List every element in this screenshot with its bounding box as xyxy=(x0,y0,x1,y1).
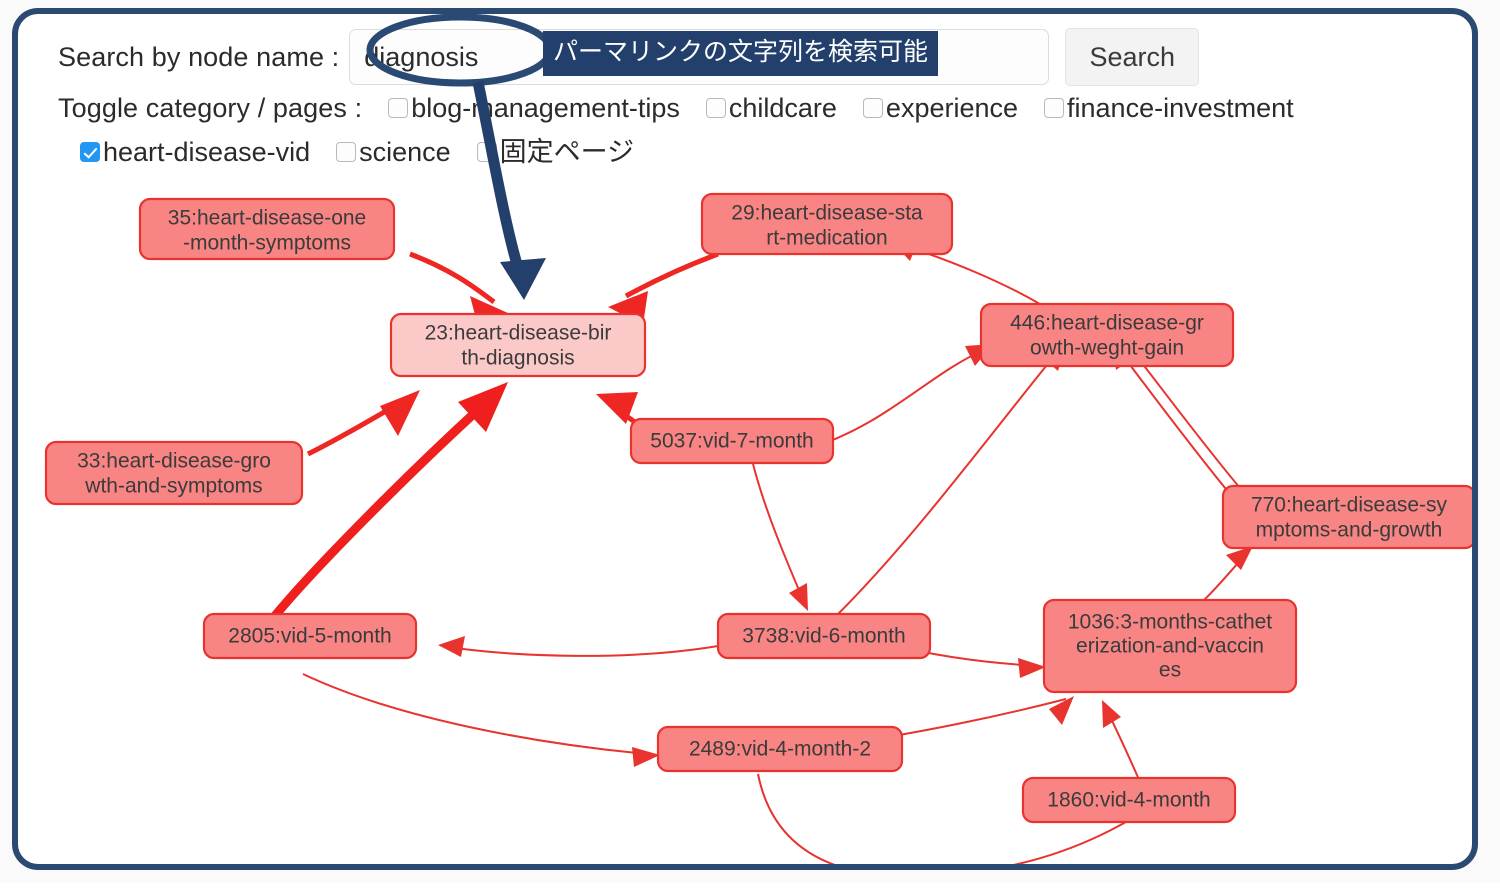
graph-node-29[interactable]: 29:heart-disease-sta rt-medication xyxy=(700,192,954,256)
checkbox-box[interactable] xyxy=(336,142,357,162)
search-button[interactable]: Search xyxy=(1065,28,1200,86)
edge-2805-23 xyxy=(266,404,484,625)
edge-arrowhead xyxy=(1226,546,1253,570)
edge-5037-446 xyxy=(807,348,987,450)
graph-node-5037[interactable]: 5037:vid-7-month xyxy=(629,417,835,465)
checkbox-label: childcare xyxy=(728,92,837,123)
graph-node-3738[interactable]: 3738:vid-6-month xyxy=(716,612,932,660)
edge-770-446-a xyxy=(1117,348,1231,495)
graph-node-35[interactable]: 35:heart-disease-one -month-symptoms xyxy=(138,197,396,261)
graph-node-23[interactable]: 23:heart-disease-bir th-diagnosis xyxy=(389,312,647,378)
checkbox-box[interactable] xyxy=(1044,98,1065,118)
node-graph[interactable]: 35:heart-disease-one -month-symptoms 29:… xyxy=(18,174,1478,864)
node-shape[interactable] xyxy=(1221,484,1475,550)
graph-node-33[interactable]: 33:heart-disease-gro wth-and-symptoms xyxy=(44,440,304,506)
checkbox-fixed-page[interactable]: 固定ページ xyxy=(476,136,635,167)
edge-35-23 xyxy=(409,251,496,304)
page-background: Search by node name : diagnosis Search T… xyxy=(0,0,1500,883)
search-input-value: diagnosis xyxy=(364,41,479,72)
checkbox-experience[interactable]: experience xyxy=(862,92,1019,123)
checkbox-label: experience xyxy=(885,92,1019,123)
edge-arrowhead xyxy=(1018,658,1046,678)
controls-panel: Search by node name : diagnosis Search T… xyxy=(18,14,1472,174)
node-shape[interactable] xyxy=(700,192,954,256)
checkbox-label: science xyxy=(359,136,451,167)
edge-29-23 xyxy=(624,251,719,299)
graph-node-2489[interactable]: 2489:vid-4-month-2 xyxy=(656,725,904,773)
checkbox-heart-disease-vid[interactable]: heart-disease-vid xyxy=(80,136,311,167)
graph-nodes[interactable]: 35:heart-disease-one -month-symptoms 29:… xyxy=(44,192,1475,824)
checkbox-box[interactable] xyxy=(862,98,883,118)
edge-arrowhead xyxy=(438,636,465,657)
edge-5037-3738 xyxy=(752,463,805,603)
edge-arrowhead xyxy=(380,390,420,436)
checkbox-science[interactable]: science xyxy=(336,136,451,167)
graph-node-1036[interactable]: 1036:3-months-cathet erization-and-vacci… xyxy=(1042,598,1298,694)
graph-node-446[interactable]: 446:heart-disease-gr owth-weght-gain xyxy=(979,302,1235,368)
search-label: Search by node name : xyxy=(58,41,340,72)
edge-arrowhead xyxy=(1102,700,1121,728)
node-shape[interactable] xyxy=(202,612,418,660)
edge-2805-2489 xyxy=(302,673,649,755)
graph-node-1860[interactable]: 1860:vid-4-month xyxy=(1021,776,1237,824)
node-shape[interactable] xyxy=(389,312,647,378)
checkbox-blog-management-tips[interactable]: blog-management-tips xyxy=(388,92,680,123)
checkbox-box[interactable] xyxy=(705,98,726,118)
edge-3738-2805 xyxy=(447,645,719,657)
graph-canvas[interactable]: 35:heart-disease-one -month-symptoms 29:… xyxy=(18,174,1478,864)
search-input[interactable]: diagnosis xyxy=(349,29,1050,85)
node-shape[interactable] xyxy=(716,612,932,660)
checkbox-label: finance-investment xyxy=(1067,92,1294,123)
checkbox-label: 固定ページ xyxy=(499,136,635,167)
app-frame: Search by node name : diagnosis Search T… xyxy=(12,8,1478,870)
graph-node-770[interactable]: 770:heart-disease-sy mptoms-and-growth xyxy=(1221,484,1475,550)
toggle-row-1: Toggle category / pages : blog-managemen… xyxy=(18,86,1472,130)
checkbox-finance-investment[interactable]: finance-investment xyxy=(1044,92,1294,123)
checkbox-box[interactable] xyxy=(476,142,497,162)
toggle-label: Toggle category / pages : xyxy=(58,92,363,123)
node-shape[interactable] xyxy=(138,197,396,261)
node-shape[interactable] xyxy=(979,302,1235,368)
node-shape[interactable] xyxy=(656,725,904,773)
checkbox-label: blog-management-tips xyxy=(411,92,680,123)
node-shape[interactable] xyxy=(1021,776,1237,824)
search-row: Search by node name : diagnosis Search xyxy=(18,28,1472,86)
toggle-row-2: heart-disease-vid science 固定ページ xyxy=(18,130,1472,174)
checkbox-label: heart-disease-vid xyxy=(103,136,311,167)
checkbox-box[interactable] xyxy=(388,98,409,118)
node-shape[interactable] xyxy=(629,417,835,465)
node-shape[interactable] xyxy=(1042,598,1298,694)
checkbox-box[interactable] xyxy=(80,142,100,162)
checkbox-childcare[interactable]: childcare xyxy=(705,92,837,123)
edge-3738-446 xyxy=(837,348,1061,615)
node-shape[interactable] xyxy=(44,440,304,506)
edge-arrowhead xyxy=(632,747,660,767)
graph-node-2805[interactable]: 2805:vid-5-month xyxy=(202,612,418,660)
